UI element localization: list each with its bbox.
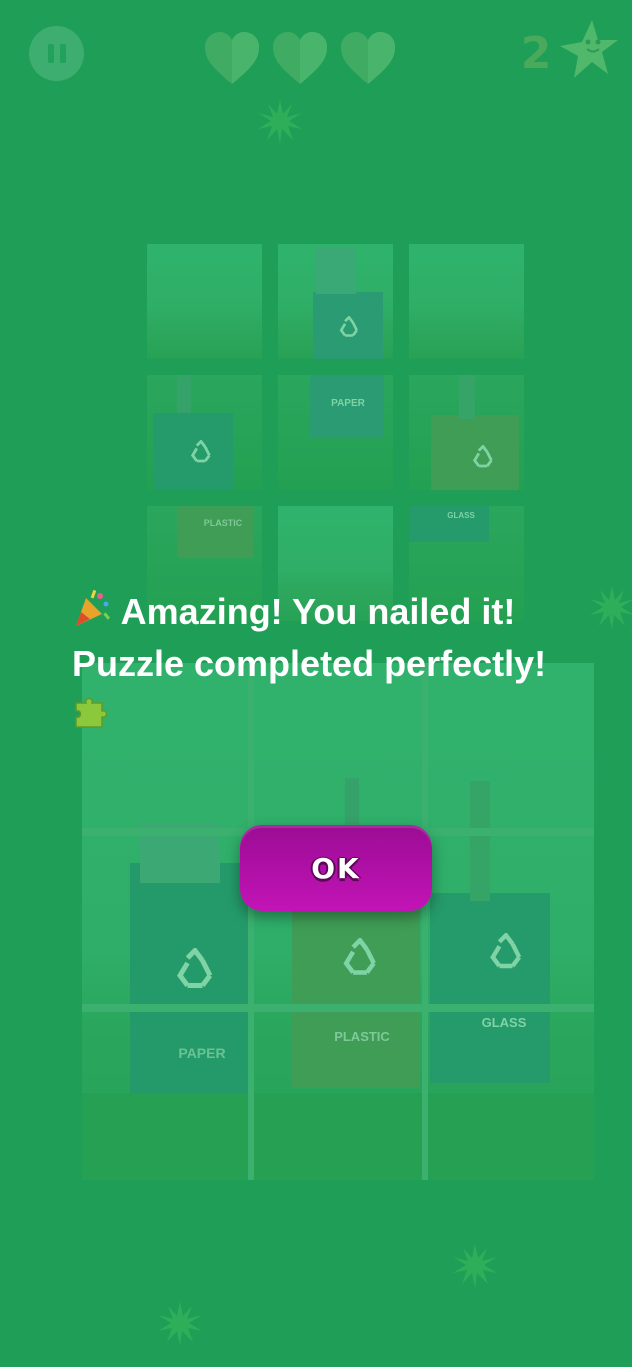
sparkle-icon (590, 586, 632, 630)
ok-button[interactable]: OK (240, 825, 432, 911)
glass-bin-label: GLASS (447, 511, 475, 520)
paper-bin-label: PAPER (178, 1045, 225, 1061)
sparkle-icon (158, 1302, 202, 1346)
puzzle-tile[interactable]: PAPER (278, 375, 393, 490)
puzzle-tile[interactable] (278, 244, 393, 359)
life-heart-icon (271, 30, 329, 86)
pause-icon (45, 44, 69, 63)
star-mascot-icon (556, 18, 620, 82)
sparkle-icon (453, 1244, 497, 1288)
success-line-1: Amazing! You nailed it! (120, 591, 516, 632)
score-counter: 2 (520, 28, 552, 79)
puzzle-tile[interactable] (147, 375, 262, 490)
plastic-bin-label: PLASTIC (204, 518, 243, 528)
life-heart-icon (339, 30, 397, 86)
plastic-bin-label: PLASTIC (334, 1029, 390, 1044)
success-message: Amazing! You nailed it! Puzzle completed… (72, 588, 592, 741)
puzzle-piece-icon (72, 689, 112, 741)
pause-button[interactable] (29, 26, 84, 81)
life-heart-icon (203, 30, 261, 86)
puzzle-tile[interactable] (147, 244, 262, 359)
paper-bin-label: PAPER (331, 398, 365, 409)
sparkle-icon (258, 100, 302, 144)
puzzle-tile[interactable] (409, 375, 524, 490)
party-popper-icon (72, 588, 112, 640)
ok-button-label: OK (311, 851, 361, 885)
reference-grid: PAPER PLASTIC GLASS (147, 244, 525, 624)
puzzle-tile[interactable] (409, 244, 524, 359)
glass-bin-label: GLASS (482, 1015, 527, 1030)
success-line-2: Puzzle completed perfectly! (72, 643, 547, 685)
